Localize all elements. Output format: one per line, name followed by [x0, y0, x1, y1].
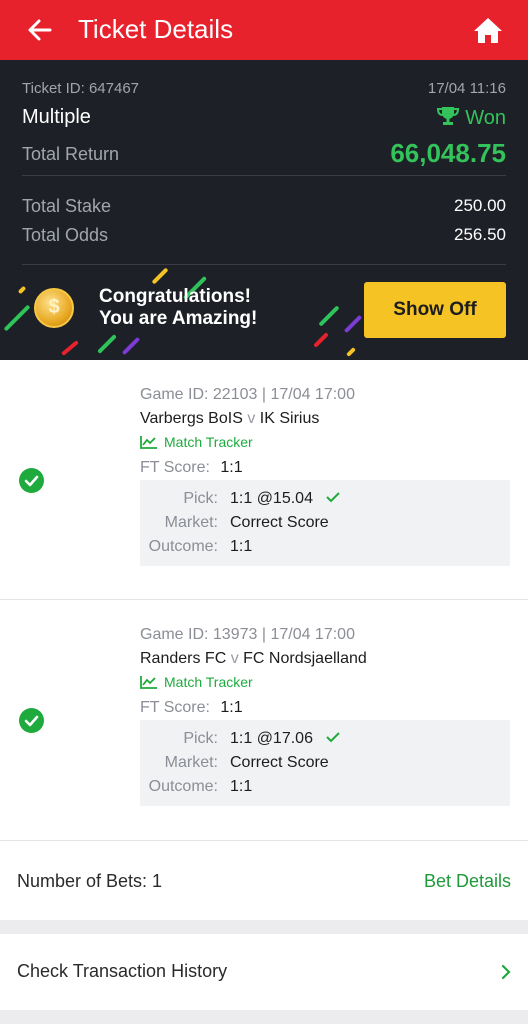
check-circle-icon — [19, 708, 44, 733]
outcome-value: 1:1 — [230, 538, 253, 555]
bet-legs-list: Game ID: 22103 | 17/04 17:00 Varbergs Bo… — [0, 360, 528, 840]
coin-icon: $ — [34, 288, 74, 328]
congrats-line2: You are Amazing! — [99, 308, 258, 329]
pick-label: Pick: — [183, 490, 218, 507]
confetti-streak — [346, 347, 356, 357]
market-value: Correct Score — [230, 754, 329, 771]
pick-details-box: Pick: 1:1 @17.06 Market: Correct Score O… — [140, 720, 510, 806]
total-stake-value: 250.00 — [454, 196, 506, 215]
bet-type: Multiple — [22, 106, 91, 128]
ft-score-value: 1:1 — [220, 699, 243, 716]
page-title: Ticket Details — [78, 14, 234, 44]
confetti-streak — [318, 305, 340, 327]
confetti-streak — [3, 304, 31, 332]
pick-label: Pick: — [183, 730, 218, 747]
vs-label: v — [230, 650, 239, 667]
ticket-id: Ticket ID: 647467 — [22, 80, 140, 97]
summary-divider — [22, 264, 506, 265]
away-team: IK Sirius — [259, 410, 320, 427]
confetti-streak — [17, 285, 27, 295]
chart-line-icon — [140, 436, 157, 449]
pick-value: 1:1 @17.06 — [230, 730, 341, 748]
ft-score: FT Score: 1:1 — [140, 699, 243, 717]
ticket-date: 17/04 11:16 — [427, 80, 506, 97]
game-id: Game ID: 22103 | 17/04 17:00 — [140, 386, 355, 403]
chevron-right-icon — [501, 964, 511, 980]
outcome-label: Outcome: — [148, 778, 218, 795]
confetti-streak — [313, 332, 329, 348]
home-icon[interactable] — [473, 16, 503, 44]
pick-value: 1:1 @15.04 — [230, 490, 341, 508]
check-history-label: Check Transaction History — [17, 961, 228, 981]
status-text: Won — [465, 107, 506, 129]
confetti-streak — [97, 334, 117, 354]
back-arrow-icon[interactable] — [26, 16, 54, 44]
match-teams: Randers FC v FC Nordsjaelland — [140, 650, 367, 668]
total-odds-value: 256.50 — [454, 225, 506, 244]
match-tracker-link[interactable]: Match Tracker — [140, 434, 253, 450]
market-label: Market: — [164, 754, 218, 771]
confetti-streak — [343, 314, 363, 334]
status-badge: Won — [437, 106, 506, 130]
ft-score-label: FT Score: — [140, 459, 210, 476]
market-value: Correct Score — [230, 514, 329, 531]
trophy-icon — [437, 107, 460, 125]
match-tracker-link[interactable]: Match Tracker — [140, 674, 253, 690]
transaction-history-row[interactable]: Check Transaction History — [0, 934, 528, 1010]
outcome-label: Outcome: — [148, 538, 218, 555]
home-team: Varbergs BoIS — [140, 410, 243, 427]
check-circle-icon — [19, 468, 44, 493]
congrats-line1: Congratulations! — [99, 286, 251, 307]
checkmark-icon — [326, 492, 341, 503]
ft-score-label: FT Score: — [140, 699, 210, 716]
total-stake-label: Total Stake — [22, 196, 112, 216]
confetti-streak — [151, 267, 169, 285]
away-team: FC Nordsjaelland — [243, 650, 367, 667]
pick-details-box: Pick: 1:1 @15.04 Market: Correct Score O… — [140, 480, 510, 566]
app-header: Ticket Details — [0, 0, 528, 60]
total-odds-label: Total Odds — [22, 225, 109, 245]
ft-score: FT Score: 1:1 — [140, 459, 243, 477]
game-id: Game ID: 13973 | 17/04 17:00 — [140, 626, 355, 643]
ticket-summary: Ticket ID: 647467 17/04 11:16 Multiple W… — [0, 60, 528, 266]
congrats-text: Congratulations! You are Amazing! — [99, 286, 257, 330]
confetti-streak — [61, 340, 79, 356]
number-of-bets: Number of Bets: 1 — [17, 871, 163, 891]
total-return-label: Total Return — [22, 144, 120, 164]
checkmark-icon — [326, 732, 341, 743]
congrats-banner: $ Congratulations! You are Amazing! Show… — [0, 266, 528, 360]
ft-score-value: 1:1 — [220, 459, 243, 476]
chart-line-icon — [140, 676, 157, 689]
bet-leg[interactable]: Game ID: 13973 | 17/04 17:00 Randers FC … — [0, 600, 528, 840]
summary-divider — [22, 175, 506, 176]
vs-label: v — [247, 410, 256, 427]
bet-details-link[interactable]: Bet Details — [424, 871, 511, 892]
confetti-streak — [121, 336, 141, 356]
show-off-button[interactable]: Show Off — [364, 282, 506, 338]
total-return-value: 66,048.75 — [390, 138, 506, 168]
outcome-value: 1:1 — [230, 778, 253, 795]
home-team: Randers FC — [140, 650, 227, 667]
bets-summary-row: Number of Bets: 1 Bet Details — [0, 840, 528, 920]
market-label: Market: — [164, 514, 218, 531]
bet-leg[interactable]: Game ID: 22103 | 17/04 17:00 Varbergs Bo… — [0, 360, 528, 600]
match-teams: Varbergs BoIS v IK Sirius — [140, 410, 319, 428]
